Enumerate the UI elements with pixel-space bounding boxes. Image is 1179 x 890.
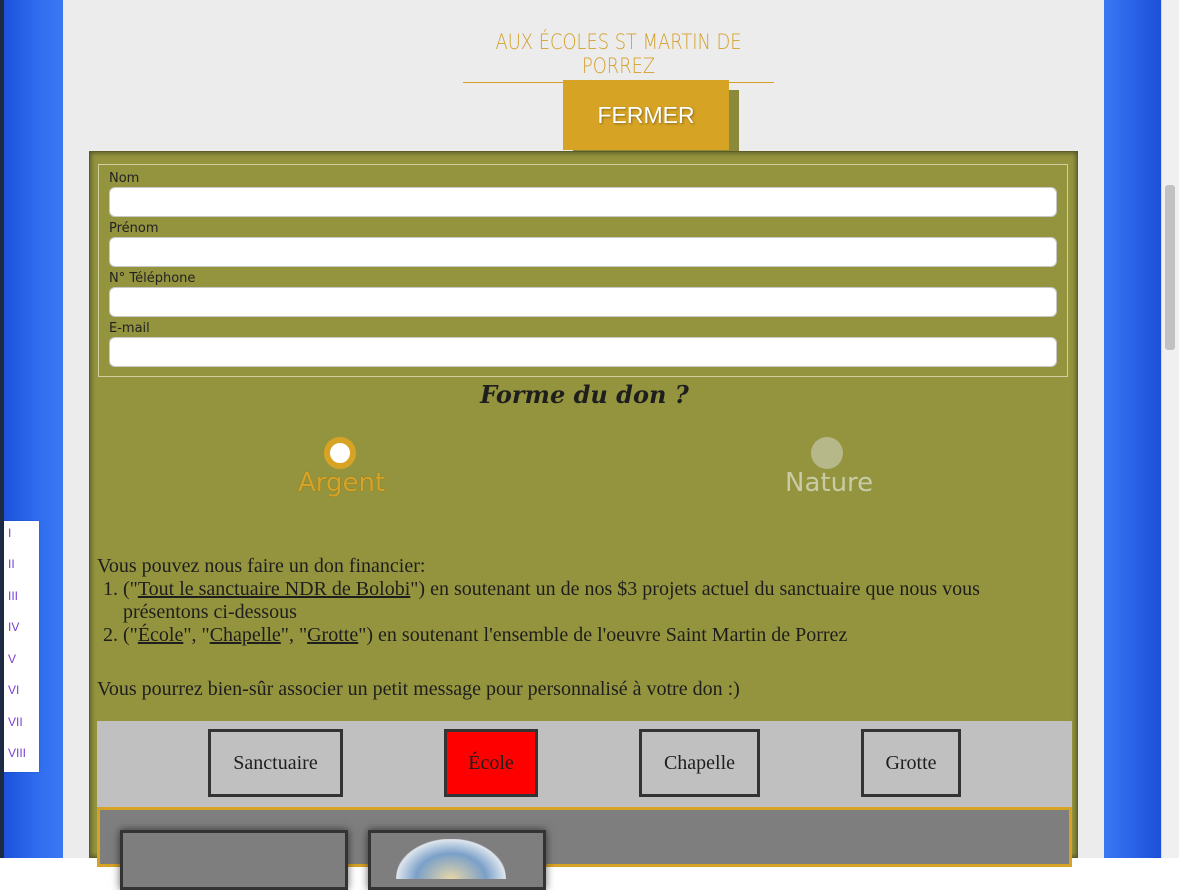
tab-ecole[interactable]: École [444, 729, 538, 797]
close-button[interactable]: FERMER [563, 80, 729, 150]
phone-field[interactable] [109, 287, 1057, 317]
link-ecole[interactable]: École [138, 624, 184, 646]
right-background [1104, 0, 1161, 858]
link-chapelle[interactable]: Chapelle [210, 624, 281, 646]
info-note: Vous pourrez bien-sûr associer un petit … [97, 678, 740, 700]
info-list: ("Tout le sanctuaire NDR de Bolobi") en … [97, 578, 1057, 647]
firstname-label: Prénom [109, 221, 159, 236]
toc-item-5[interactable]: V [8, 652, 16, 666]
toc-item-1[interactable]: I [8, 526, 11, 540]
info-item-1: ("Tout le sanctuaire NDR de Bolobi") en … [123, 578, 1057, 624]
link-sanctuaire[interactable]: Tout le sanctuaire NDR de Bolobi [138, 578, 410, 600]
close-button-wrapper: FERMER [563, 80, 741, 160]
toc-item-4[interactable]: IV [8, 620, 19, 634]
toc-item-8[interactable]: VIII [8, 746, 26, 760]
page-scrollbar[interactable] [1161, 0, 1179, 858]
toc-item-6[interactable]: VI [8, 683, 19, 697]
name-label: Nom [109, 171, 140, 186]
firstname-field[interactable] [109, 237, 1057, 267]
email-label: E-mail [109, 321, 150, 336]
name-field[interactable] [109, 187, 1057, 217]
info-item-2: ("École", "Chapelle", "Grotte") en soute… [123, 624, 1057, 647]
project-tabs: Sanctuaire École Chapelle Grotte [97, 721, 1072, 807]
radio-argent[interactable] [324, 437, 356, 469]
project-content [97, 807, 1072, 890]
scrollbar-thumb[interactable] [1165, 185, 1175, 350]
contact-fieldset: Nom Prénom N° Téléphone E-mail [98, 164, 1068, 377]
link-grotte[interactable]: Grotte [307, 624, 358, 646]
page-title: Aux Écoles St Martin de Porrez [463, 30, 775, 83]
tab-sanctuaire[interactable]: Sanctuaire [208, 729, 343, 797]
radio-nature-label[interactable]: Nature [785, 468, 873, 498]
radio-nature[interactable] [811, 437, 843, 469]
donation-panel: Nom Prénom N° Téléphone E-mail Forme du … [89, 151, 1078, 890]
toc-item-3[interactable]: III [8, 589, 18, 603]
radio-argent-label[interactable]: Argent [298, 468, 385, 498]
toc-item-7[interactable]: VII [8, 715, 23, 729]
project-card[interactable] [120, 830, 348, 890]
tab-chapelle[interactable]: Chapelle [639, 729, 760, 797]
section-nav: I II III IV V VI VII VIII [4, 521, 39, 772]
email-field[interactable] [109, 337, 1057, 367]
donation-form-title: Forme du don ? [480, 380, 689, 409]
info-intro: Vous pouvez nous faire un don financier: [97, 555, 426, 577]
tab-grotte[interactable]: Grotte [861, 729, 961, 797]
toc-item-2[interactable]: II [8, 557, 15, 571]
donation-info: Vous pouvez nous faire un don financier:… [97, 555, 1057, 701]
project-image [396, 839, 506, 879]
project-card-image[interactable] [368, 830, 546, 890]
phone-label: N° Téléphone [109, 271, 196, 286]
